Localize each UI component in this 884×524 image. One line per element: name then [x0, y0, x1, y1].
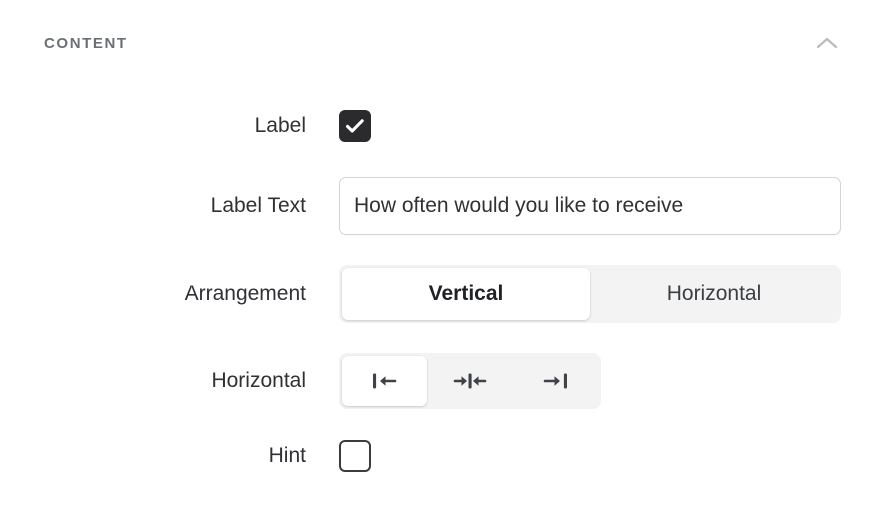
content-properties-panel: CONTENT Label Label Text How often would… — [0, 0, 884, 524]
align-left-icon — [365, 369, 405, 393]
row-label-control — [339, 110, 371, 142]
row-label: Label — [0, 108, 884, 144]
hint-checkbox[interactable] — [339, 440, 371, 472]
horizontal-alignment-control — [339, 353, 601, 409]
row-horizontal-alignment: Horizontal — [0, 353, 884, 409]
row-label-text-control — [339, 177, 841, 235]
row-hint: Hint — [0, 438, 884, 474]
label-text-input[interactable] — [339, 177, 841, 235]
row-label-label: Label — [254, 114, 306, 138]
section-header: CONTENT — [0, 26, 884, 60]
label-checkbox[interactable] — [339, 110, 371, 142]
row-arrangement-control: Vertical Horizontal — [339, 265, 841, 323]
check-icon — [345, 118, 365, 134]
arrangement-option-vertical[interactable]: Vertical — [342, 268, 590, 320]
arrangement-segmented-control: Vertical Horizontal — [339, 265, 841, 323]
row-label-text: Label Text — [0, 176, 884, 236]
align-right-icon — [535, 369, 575, 393]
row-horizontal-control — [339, 353, 601, 409]
row-arrangement-label: Arrangement — [184, 282, 306, 306]
align-left-button[interactable] — [342, 356, 428, 406]
align-center-icon — [450, 369, 490, 393]
chevron-up-icon — [816, 36, 838, 50]
row-arrangement: Arrangement Vertical Horizontal — [0, 264, 884, 324]
collapse-section-button[interactable] — [814, 30, 840, 56]
row-hint-label: Hint — [268, 444, 306, 468]
align-right-button[interactable] — [513, 356, 598, 406]
align-center-button[interactable] — [427, 356, 512, 406]
row-horizontal-label: Horizontal — [211, 369, 306, 393]
row-label-text-label: Label Text — [210, 194, 306, 218]
arrangement-option-horizontal[interactable]: Horizontal — [590, 268, 838, 320]
row-hint-control — [339, 440, 371, 472]
section-title: CONTENT — [44, 34, 128, 52]
